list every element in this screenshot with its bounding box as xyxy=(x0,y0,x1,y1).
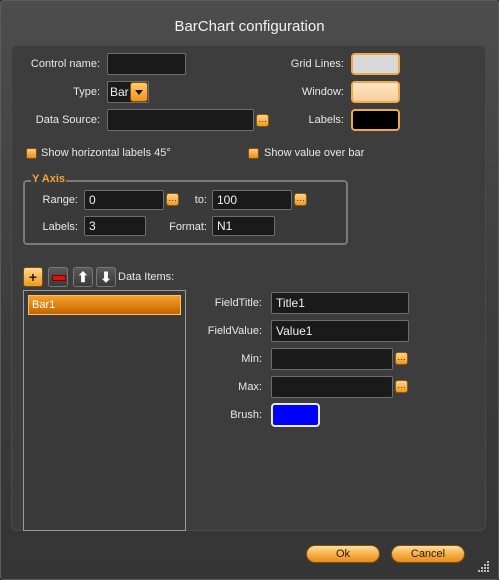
add-item-button[interactable]: + xyxy=(23,267,43,287)
y-labels-label: Labels: xyxy=(42,221,78,233)
range-to-browse-button[interactable]: … xyxy=(294,193,307,206)
arrow-down-icon: ⬇ xyxy=(100,269,112,285)
data-items-label: Data Items: xyxy=(118,271,175,283)
brush-color-picker[interactable] xyxy=(271,403,320,427)
field-value-label: FieldValue: xyxy=(207,325,262,337)
plus-icon: + xyxy=(28,269,38,285)
control-name-label: Control name: xyxy=(30,58,100,70)
show-horizontal-labels-checkbox[interactable] xyxy=(26,148,37,159)
max-label: Max: xyxy=(238,381,262,393)
ok-button[interactable]: Ok xyxy=(306,545,380,563)
control-name-input[interactable] xyxy=(107,53,186,75)
list-item[interactable]: Bar1 xyxy=(28,295,181,315)
y-labels-input[interactable]: 3 xyxy=(84,216,146,236)
range-to-input[interactable]: 100 xyxy=(212,190,292,210)
field-title-label: FieldTitle: xyxy=(214,297,262,309)
data-source-label: Data Source: xyxy=(35,114,100,126)
move-down-button[interactable]: ⬇ xyxy=(96,267,116,287)
min-browse-button[interactable]: … xyxy=(395,352,408,365)
show-value-over-bar-label: Show value over bar xyxy=(264,147,365,159)
show-horizontal-labels-label: Show horizontal labels 45° xyxy=(41,147,171,159)
labels-color-picker[interactable] xyxy=(351,109,400,131)
dialog-title: BarChart configuration xyxy=(174,18,325,35)
minus-icon xyxy=(52,275,66,281)
min-input[interactable] xyxy=(271,348,393,370)
resize-grip-icon[interactable] xyxy=(478,560,490,572)
grid-lines-color-picker[interactable] xyxy=(351,53,400,75)
max-input[interactable] xyxy=(271,376,393,398)
y-axis-title: Y Axis xyxy=(31,173,67,185)
ellipsis-icon: … xyxy=(397,352,406,362)
data-source-browse-button[interactable]: … xyxy=(256,114,269,127)
show-value-over-bar-checkbox[interactable] xyxy=(248,148,259,159)
cancel-button[interactable]: Cancel xyxy=(391,545,465,563)
range-from-input[interactable]: 0 xyxy=(84,190,164,210)
data-source-input[interactable] xyxy=(107,109,254,131)
max-browse-button[interactable]: … xyxy=(395,380,408,393)
type-label: Type: xyxy=(73,86,100,98)
window-color-label: Window: xyxy=(301,86,344,98)
range-to-label: to: xyxy=(194,194,207,206)
arrow-up-icon: ⬆ xyxy=(77,269,89,285)
chevron-down-icon xyxy=(135,90,143,95)
min-label: Min: xyxy=(241,353,262,365)
field-title-input[interactable]: Title1 xyxy=(271,292,409,314)
grid-lines-label: Grid Lines: xyxy=(290,58,344,70)
format-input[interactable]: N1 xyxy=(212,216,275,236)
type-select-value: Bar xyxy=(110,85,129,99)
remove-item-button[interactable] xyxy=(48,267,68,287)
y-axis-group xyxy=(23,180,348,245)
data-items-list[interactable]: Bar1 xyxy=(23,290,186,531)
move-up-button[interactable]: ⬆ xyxy=(73,267,93,287)
ellipsis-icon: … xyxy=(258,114,267,124)
ellipsis-icon: … xyxy=(397,380,406,390)
ellipsis-icon: … xyxy=(168,193,177,203)
range-from-browse-button[interactable]: … xyxy=(166,193,179,206)
field-value-input[interactable]: Value1 xyxy=(271,320,409,342)
range-label: Range: xyxy=(42,194,78,206)
labels-color-label: Labels: xyxy=(308,114,344,126)
type-dropdown-button[interactable] xyxy=(130,82,148,102)
ellipsis-icon: … xyxy=(296,193,305,203)
brush-label: Brush: xyxy=(230,409,262,421)
format-label: Format: xyxy=(169,221,207,233)
window-color-picker[interactable] xyxy=(351,81,400,103)
